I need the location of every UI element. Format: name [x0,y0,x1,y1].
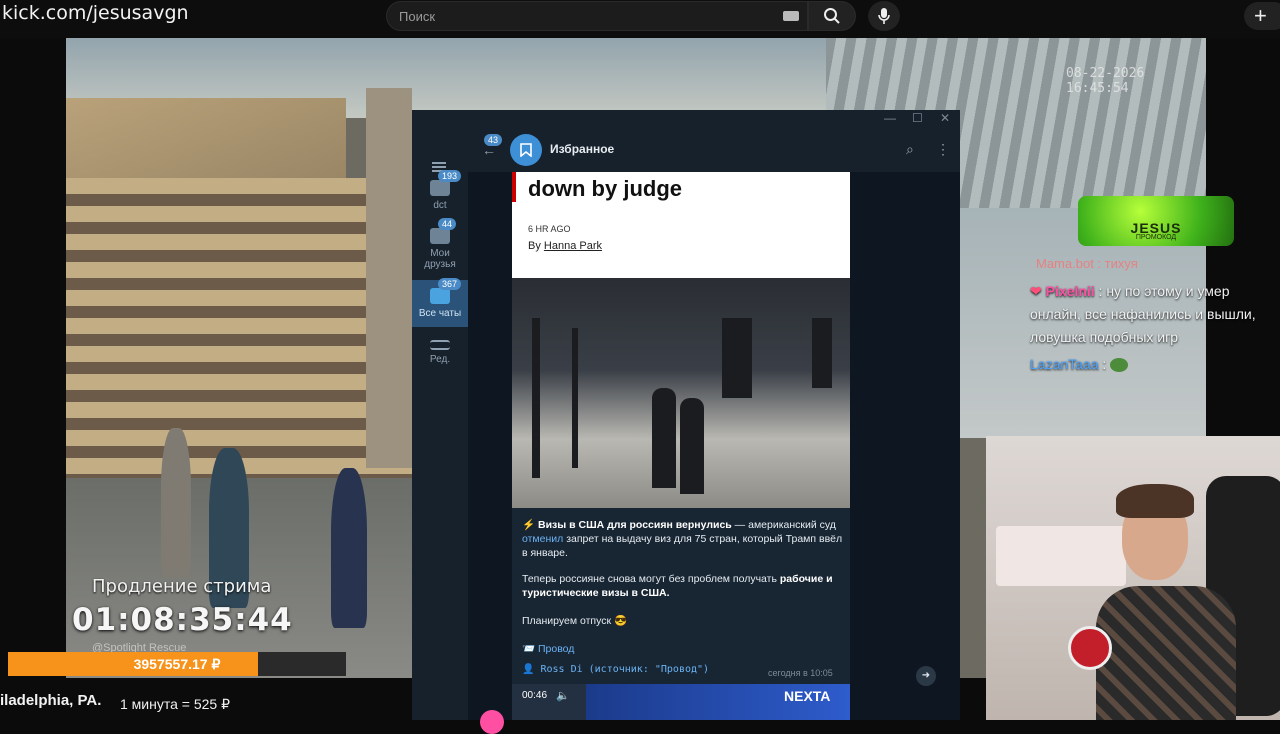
post-headline: ⚡ Визы в США для россиян вернулись [522,519,732,531]
webcam-microphone [1068,626,1112,670]
back-unread-badge: 43 [484,134,503,146]
post-text-span: — американский суд [731,519,836,531]
post-paragraph: Теперь россияне снова могут без проблем … [522,572,844,600]
folder-icon [430,228,450,244]
post-text-span: запрет на выдачу виз для 75 стран, котор… [522,533,843,559]
mute-icon[interactable]: 🔈 [556,689,570,702]
chat-title[interactable]: Избранное [550,142,614,156]
promo-subtitle: ПРОМОКОД [1135,234,1177,241]
post-timestamp: сегодня в 10:05 [768,668,833,678]
webcam-shirt [1096,586,1236,720]
heart-icon: ❤ [1030,283,1042,299]
sliders-icon [430,340,450,350]
sidebar-item-dct[interactable]: 193 dct [412,170,468,211]
post-paragraph: ⚡ Визы в США для россиян вернулись — аме… [522,518,844,560]
video-message[interactable]: 00:46 🔈 NEXTA [512,684,850,720]
article-headline: down by judge [528,176,682,201]
sidebar-item-label: Все чаты [418,308,462,319]
pedestrians [161,428,381,628]
forward-arrow-icon: ➜ [921,670,931,681]
sidebar-item-label: Ред. [429,354,451,365]
post-paragraph: Планируем отпуск 😎 [522,615,628,627]
search-icon [824,8,840,24]
article-author: Hanna Park [543,240,602,252]
floating-action-button[interactable] [480,710,504,734]
maximize-icon[interactable]: ☐ [912,111,923,125]
video-duration: 00:46 [522,690,548,701]
site-url[interactable]: kick.com/jesusavgn [2,2,189,24]
bg-pillar [366,88,412,468]
airport-photo[interactable] [512,278,850,508]
bookmark-icon [520,143,532,157]
unread-badge: 44 [438,218,457,230]
unread-badge: 193 [438,170,462,182]
microphone-icon [878,8,890,24]
forward-button[interactable]: ➜ [916,666,936,686]
post-author-line: 👤 Ross Di (источник: "Провод") [522,664,710,675]
frog-emote-icon [1110,358,1129,373]
sidebar-item-label: dct [433,200,447,211]
sidebar-item-all-chats[interactable]: 367 Все чаты [412,278,468,327]
search-input[interactable] [387,2,767,30]
donation-rate: 1 минута = 525 ₽ [120,696,231,712]
video-channel-logo: NEXTA [784,688,831,704]
folder-sidebar: 193 dct 44 Мои друзья 367 Все чаты Ред. [412,128,468,720]
chat-message: LazanTaaa : [1030,353,1280,376]
post-link[interactable]: отменил [522,533,563,545]
sidebar-item-friends[interactable]: 44 Мои друзья [412,218,468,270]
post-text-span: Теперь россияне снова могут без проблем … [522,573,780,585]
search-icon[interactable]: ⌕ [906,141,914,158]
chat-message: ❤ Pixelnii : ну по этому и умер онлайн, … [1030,280,1280,349]
promo-badge: JESUS ПРОМОКОД [1078,196,1234,246]
saved-messages-avatar[interactable] [510,134,542,166]
more-options-icon[interactable]: ⋮ [936,141,950,158]
sidebar-item-edit[interactable]: Ред. [412,340,468,365]
telegram-window: — ☐ ✕ 193 dct 44 Мои друзья 367 Все чаты… [412,110,960,720]
source-link[interactable]: 📨 Провод [522,642,844,656]
forwarded-post: down by judge 6 HR AGO By Hanna Park ⚡ В… [512,172,850,692]
create-button[interactable]: + [1244,2,1280,30]
plus-icon: + [1254,3,1267,28]
search-button[interactable] [808,1,856,31]
sidebar-item-label: Мои друзья [424,248,456,270]
byline-prefix: By [528,240,541,252]
extension-timer: 01:08:35:44 [72,602,293,638]
window-titlebar: — ☐ ✕ [412,110,960,128]
chat-message-partial: Mama.bot : тихуя [1036,256,1138,271]
chat-username: Pixelnii [1045,283,1095,299]
article-byline: By Hanna Park [528,240,602,252]
extension-label: Продление стрима [92,576,272,597]
article-time: 6 HR AGO [528,224,571,234]
webcam-overlay [986,436,1280,720]
article-accent-bar [512,172,516,202]
voice-search-button[interactable] [868,1,900,31]
chat-username: LazanTaaa [1030,356,1099,372]
chat-overlay: ❤ Pixelnii : ну по этому и умер онлайн, … [1030,280,1280,376]
article-screenshot: down by judge 6 HR AGO By Hanna Park [512,172,850,278]
unread-badge: 367 [438,278,462,290]
webcam-bed [996,526,1126,586]
chat-header: ← 43 Избранное ⌕ ⋮ [468,128,960,172]
location-caption: iladelphia, PA. [0,692,102,709]
close-icon[interactable]: ✕ [940,111,950,125]
search-box[interactable] [386,1,808,31]
minimize-icon[interactable]: — [884,111,896,125]
donation-progress-bar: 3957557.17 ₽ [8,652,346,676]
chats-icon [430,288,450,304]
donation-amount: 3957557.17 ₽ [133,656,221,672]
webcam-hair [1116,484,1194,518]
message-area[interactable]: down by judge 6 HR AGO By Hanna Park ⚡ В… [468,172,960,720]
keyboard-icon[interactable] [783,11,799,21]
camera-timestamp: 08-22-2026 16:45:54 [1066,66,1145,96]
browser-top-bar: kick.com/jesusavgn + [0,0,1280,38]
folder-icon [430,180,450,196]
chat-text: : [1102,356,1107,372]
